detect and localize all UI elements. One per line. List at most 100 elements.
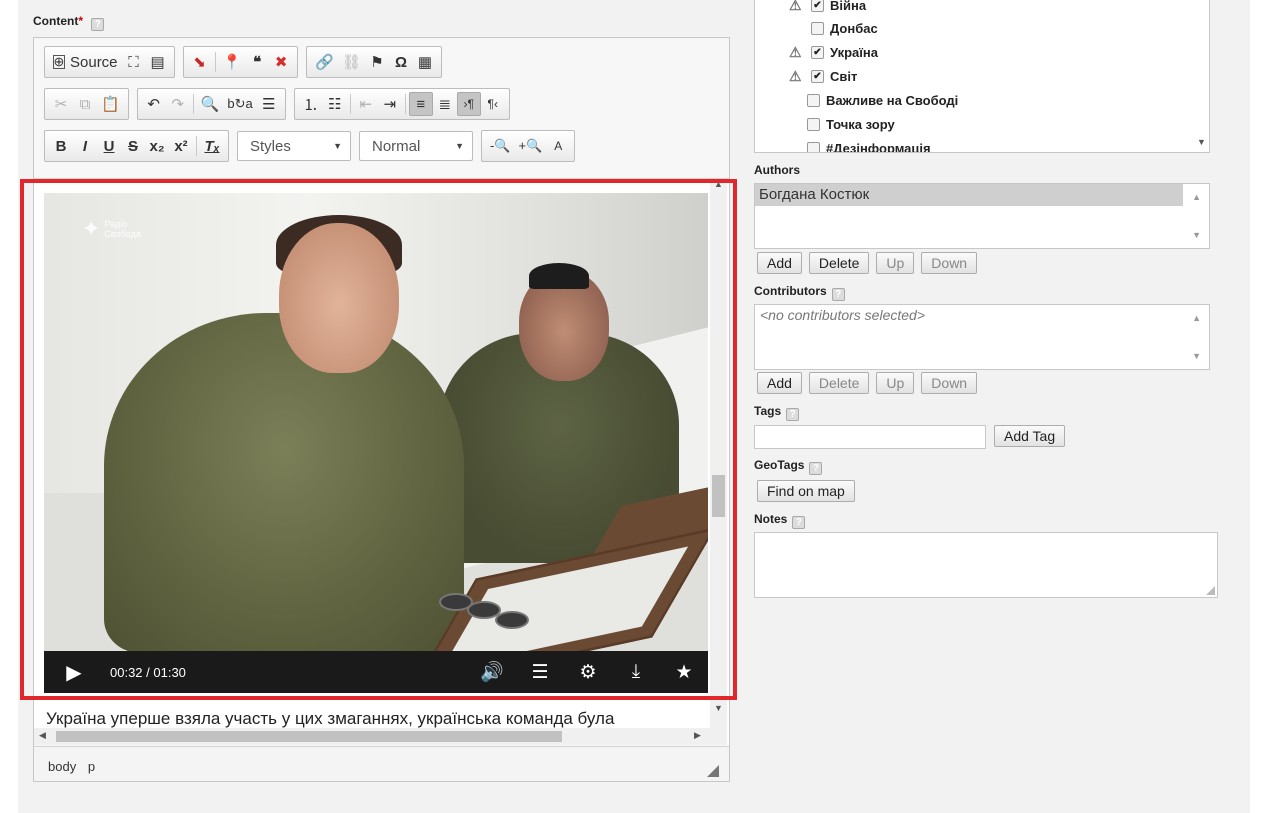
rich-text-editor: ⊕ Source ⛶ ▤ ⬊ 📍 ❝ ✖ 🔗 ⛓ ⚑ Ω ▦ ✂ ⧉ 📋 ↶ ↷… xyxy=(33,37,730,782)
category-item[interactable]: Донбас xyxy=(811,18,878,38)
indent-button[interactable]: ⇥ xyxy=(378,92,402,116)
checkbox[interactable] xyxy=(807,141,820,152)
styles-dropdown[interactable]: Styles ▼ xyxy=(237,131,351,161)
underline-button[interactable]: U xyxy=(97,134,121,158)
bold-button[interactable]: B xyxy=(49,134,73,158)
align-right-button[interactable]: ≣ xyxy=(433,92,457,116)
anchor-button[interactable]: ⚑ xyxy=(365,50,389,74)
search-icon: 🔍 xyxy=(200,96,220,113)
captions-button[interactable]: ☰ xyxy=(516,661,564,684)
video-controls: ▶ 00:32 / 01:30 🔊 ☰ ⚙ ⤓ ★ xyxy=(44,651,708,693)
numbered-list-button[interactable]: ⒈ xyxy=(299,92,323,116)
subscript-button[interactable]: x₂ xyxy=(145,134,169,158)
help-icon[interactable]: ? xyxy=(786,408,800,421)
body-paragraph[interactable]: Україна уперше взяла участь у цих змаган… xyxy=(46,709,706,729)
quote-button[interactable]: ❝ xyxy=(245,50,269,74)
category-item[interactable]: ⚠ ✔ Війна xyxy=(789,0,866,15)
scissors-icon: ✂ xyxy=(54,96,68,113)
find-button[interactable]: 🔍 xyxy=(197,92,224,116)
find-on-map-button[interactable]: Find on map xyxy=(757,480,855,502)
authors-up-button[interactable]: Up xyxy=(876,252,915,274)
help-icon[interactable]: ? xyxy=(91,18,105,31)
category-item[interactable]: #Дезінформація xyxy=(807,138,931,152)
category-item[interactable]: Важливе на Свободі xyxy=(807,90,958,110)
scroll-left-icon: ◀ xyxy=(39,730,46,740)
contributors-delete-button[interactable]: Delete xyxy=(808,372,870,394)
contributors-up-button[interactable]: Up xyxy=(876,372,915,394)
favorite-button[interactable]: ★ xyxy=(660,661,708,684)
hscrollbar-thumb[interactable] xyxy=(56,731,562,742)
contributors-list[interactable]: <no contributors selected> ▲ ▼ xyxy=(754,304,1210,370)
zoom-in-button[interactable]: +🔍 xyxy=(515,134,547,158)
category-item[interactable]: ⚠ ✔ Світ xyxy=(789,66,857,86)
editor-content-area[interactable]: ✦ Радіо Свобода ▶ 00:32 / 01:30 🔊 ☰ ⚙ ⤓ ★… xyxy=(34,178,729,745)
italic-button[interactable]: I xyxy=(73,134,97,158)
help-icon[interactable]: ? xyxy=(809,462,823,475)
notes-textarea[interactable] xyxy=(754,532,1218,598)
select-all-button[interactable]: ☰ xyxy=(257,92,281,116)
play-button[interactable]: ▶ xyxy=(44,660,104,685)
checkbox[interactable] xyxy=(807,117,820,131)
ltr-button[interactable]: ›¶ xyxy=(456,92,481,116)
copy-button[interactable]: ⧉ xyxy=(73,92,97,116)
outdent-button[interactable]: ⇤ xyxy=(354,92,378,116)
video-player[interactable]: ✦ Радіо Свобода ▶ 00:32 / 01:30 🔊 ☰ ⚙ ⤓ ★ xyxy=(44,193,708,693)
paste-text-button[interactable]: 📋 xyxy=(97,92,124,116)
resize-handle[interactable] xyxy=(707,765,719,777)
zoom-out-button[interactable]: -🔍 xyxy=(486,134,515,158)
source-button[interactable]: ⊕ Source xyxy=(49,50,122,74)
unlink-button[interactable]: ⛓ xyxy=(338,50,365,74)
resize-handle[interactable] xyxy=(1206,586,1215,595)
show-blocks-button[interactable]: ▤ xyxy=(146,50,170,74)
checkbox[interactable]: ✔ xyxy=(811,45,824,59)
checkbox[interactable]: ✔ xyxy=(811,69,824,83)
strike-button[interactable]: S xyxy=(121,134,145,158)
tag-input[interactable] xyxy=(754,425,986,449)
author-item[interactable]: Богдана Костюк xyxy=(755,184,1183,206)
checkbox[interactable] xyxy=(811,21,824,35)
categories-scrollbar[interactable]: ▼ xyxy=(1192,0,1209,152)
authors-delete-button[interactable]: Delete xyxy=(808,252,870,274)
special-char-button[interactable]: Ω xyxy=(389,50,413,74)
horizontal-scrollbar[interactable]: ◀ ▶ xyxy=(34,728,710,745)
authors-down-button[interactable]: Down xyxy=(921,252,978,274)
volume-button[interactable]: 🔊 xyxy=(468,660,516,684)
map-pin-button[interactable]: 📍 xyxy=(219,50,246,74)
undo-button[interactable]: ↶ xyxy=(142,92,166,116)
toolbar-group-history: ↶ ↷ 🔍 b↻a ☰ xyxy=(136,88,286,120)
help-icon[interactable]: ? xyxy=(792,516,806,529)
table-button[interactable]: ▦ xyxy=(413,50,437,74)
authors-list[interactable]: Богдана Костюк ▲ ▼ xyxy=(754,183,1210,249)
replace-button[interactable]: b↻a xyxy=(223,92,256,116)
contributors-down-button[interactable]: Down xyxy=(921,372,978,394)
vertical-scrollbar[interactable]: ▲ ▼ xyxy=(710,179,727,745)
help-icon[interactable]: ? xyxy=(831,288,845,301)
path-item-body[interactable]: body xyxy=(48,759,76,774)
insert-media-button[interactable]: ⬊ xyxy=(188,50,212,74)
rtl-button[interactable]: ¶‹ xyxy=(481,92,505,116)
align-right-icon: ≣ xyxy=(438,96,452,113)
maximize-button[interactable]: ⛶ xyxy=(122,50,146,74)
format-dropdown[interactable]: Normal ▼ xyxy=(359,131,473,161)
scrollbar-thumb[interactable] xyxy=(712,475,725,517)
contributors-add-button[interactable]: Add xyxy=(757,372,802,394)
category-item[interactable]: ⚠ ✔ Україна xyxy=(789,42,878,62)
superscript-button[interactable]: x² xyxy=(169,134,193,158)
link-button[interactable]: 🔗 xyxy=(311,50,338,74)
remove-format-button[interactable]: Tₓ xyxy=(200,134,224,158)
add-tag-button[interactable]: Add Tag xyxy=(994,425,1066,447)
checkbox[interactable] xyxy=(807,93,820,107)
cut-button[interactable]: ✂ xyxy=(49,92,73,116)
align-left-button[interactable]: ≡ xyxy=(408,92,433,116)
bulleted-list-button[interactable]: ☷ xyxy=(323,92,347,116)
authors-add-button[interactable]: Add xyxy=(757,252,802,274)
remove-embed-button[interactable]: ✖ xyxy=(269,50,293,74)
settings-button[interactable]: ⚙ xyxy=(564,661,612,684)
download-button[interactable]: ⤓ xyxy=(612,661,660,683)
zoom-reset-button[interactable]: A xyxy=(546,134,570,158)
checkbox[interactable]: ✔ xyxy=(811,0,824,12)
path-item-p[interactable]: p xyxy=(88,759,95,774)
redo-button[interactable]: ↷ xyxy=(166,92,190,116)
chevron-down-icon: ▼ xyxy=(333,141,342,151)
category-item[interactable]: Точка зору xyxy=(807,114,895,134)
